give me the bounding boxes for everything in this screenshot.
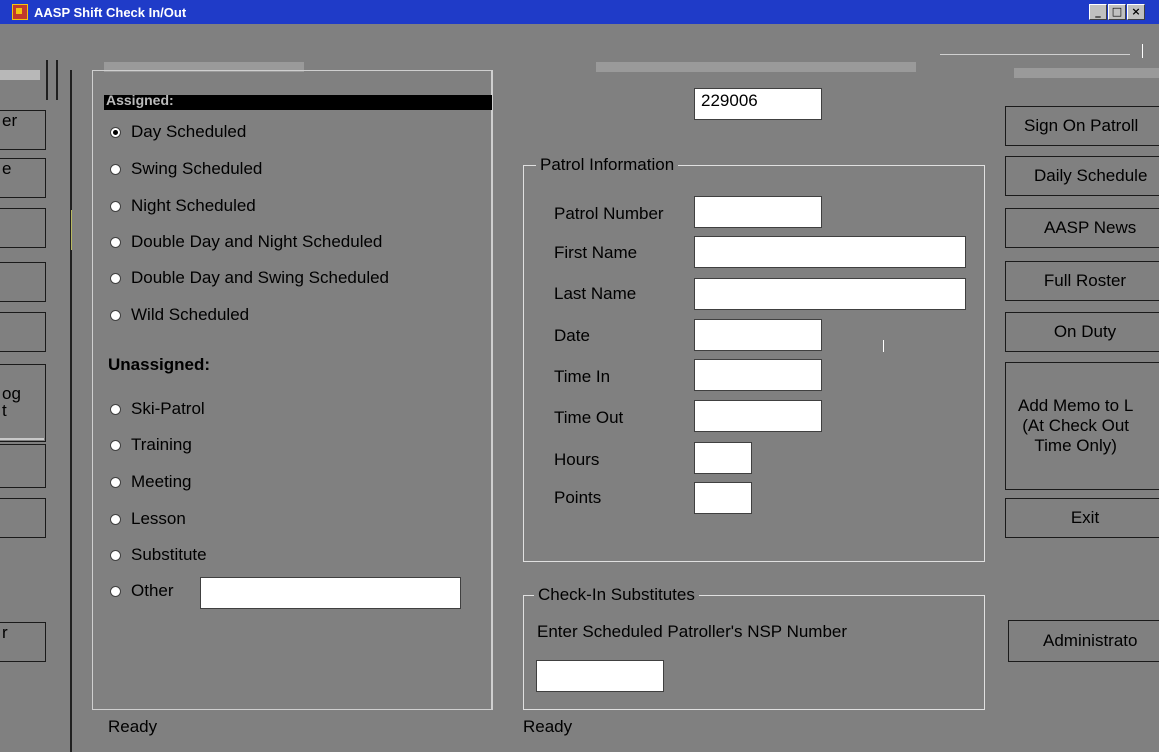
date-label: Date	[554, 326, 590, 345]
points-input[interactable]	[694, 482, 752, 514]
divider	[0, 438, 44, 440]
radio-lesson[interactable]: Lesson	[110, 509, 186, 529]
radio-day-scheduled[interactable]: Day Scheduled	[110, 122, 246, 142]
divider	[940, 54, 1130, 55]
app-icon	[12, 4, 28, 20]
radio-swing-scheduled[interactable]: Swing Scheduled	[110, 159, 262, 179]
radio-ski-patrol[interactable]: Ski-Patrol	[110, 399, 205, 419]
other-input[interactable]	[200, 577, 461, 609]
left-button-9[interactable]: r	[0, 622, 46, 662]
left-button-8[interactable]	[0, 498, 46, 538]
patrol-number-input[interactable]	[694, 196, 822, 228]
left-button-7[interactable]	[0, 444, 46, 488]
radio-dot	[110, 476, 121, 488]
first-name-label: First Name	[554, 243, 638, 262]
radio-night-scheduled[interactable]: Night Scheduled	[110, 196, 256, 216]
divider	[70, 70, 72, 752]
app-window: AASP Shift Check In/Out _ □ × er e og t …	[0, 0, 1159, 752]
title-bar[interactable]: AASP Shift Check In/Out _ □ ×	[0, 0, 1159, 24]
hours-input[interactable]	[694, 442, 752, 474]
radio-dot	[110, 309, 121, 321]
left-button-6[interactable]: og t	[0, 364, 46, 442]
daily-schedule-button[interactable]: Daily Schedule	[1005, 156, 1159, 196]
hours-label: Hours	[554, 450, 600, 469]
left-button-3[interactable]	[0, 208, 46, 248]
left-button-5[interactable]	[0, 312, 46, 352]
radio-dot	[110, 200, 121, 212]
divider	[883, 340, 884, 352]
nsp-number-input[interactable]: 229006	[694, 88, 822, 120]
radio-substitute[interactable]: Substitute	[110, 545, 207, 565]
maximize-button[interactable]: □	[1108, 4, 1126, 20]
divider	[56, 60, 58, 100]
window-title: AASP Shift Check In/Out	[34, 4, 187, 20]
minimize-button[interactable]: _	[1089, 4, 1107, 20]
date-input[interactable]	[694, 319, 822, 351]
last-name-input[interactable]	[694, 278, 966, 310]
check-in-substitutes-title: Check-In Substitutes	[534, 585, 699, 605]
administrator-button[interactable]: Administrato	[1008, 620, 1159, 662]
sign-on-patroller-button[interactable]: Sign On Patroll	[1005, 106, 1159, 146]
radio-double-day-night[interactable]: Double Day and Night Scheduled	[110, 232, 382, 252]
exit-button[interactable]: Exit	[1005, 498, 1159, 538]
close-button[interactable]: ×	[1127, 4, 1145, 20]
substitutes-prompt: Enter Scheduled Patroller's NSP Number	[537, 622, 848, 641]
radio-dot	[110, 163, 121, 175]
radio-dot	[110, 236, 121, 248]
header-strip	[0, 24, 1159, 64]
add-memo-button[interactable]: Add Memo to L (At Check Out Time Only)	[1005, 362, 1159, 490]
radio-double-day-swing[interactable]: Double Day and Swing Scheduled	[110, 268, 389, 288]
status-right: Ready	[523, 717, 573, 736]
status-left: Ready	[108, 717, 158, 736]
radio-other[interactable]: Other	[110, 581, 174, 601]
full-roster-button[interactable]: Full Roster	[1005, 261, 1159, 301]
assigned-heading: Assigned:	[106, 92, 174, 108]
left-button-4[interactable]	[0, 262, 46, 302]
time-out-input[interactable]	[694, 400, 822, 432]
time-in-label: Time In	[554, 367, 611, 386]
garbled-header-middle	[596, 62, 916, 72]
divider	[71, 210, 72, 250]
divider	[46, 60, 48, 100]
last-name-label: Last Name	[554, 284, 637, 303]
radio-dot	[110, 585, 121, 597]
left-button-2[interactable]: e	[0, 158, 46, 198]
garbled-header-right	[1014, 68, 1159, 78]
time-out-label: Time Out	[554, 408, 624, 427]
time-in-input[interactable]	[694, 359, 822, 391]
radio-dot	[110, 272, 121, 284]
patrol-information-title: Patrol Information	[536, 155, 679, 175]
radio-dot	[110, 403, 121, 415]
radio-dot	[110, 513, 121, 525]
radio-meeting[interactable]: Meeting	[110, 472, 191, 492]
radio-dot	[110, 439, 121, 451]
on-duty-button[interactable]: On Duty	[1005, 312, 1159, 352]
garbled-tab	[0, 70, 40, 80]
unassigned-heading: Unassigned:	[108, 355, 211, 374]
radio-dot	[110, 549, 121, 561]
left-button-1[interactable]: er	[0, 110, 46, 150]
aasp-news-button[interactable]: AASP News	[1005, 208, 1159, 248]
radio-wild-scheduled[interactable]: Wild Scheduled	[110, 305, 249, 325]
substitute-nsp-input[interactable]	[536, 660, 664, 692]
points-label: Points	[554, 488, 602, 507]
patrol-number-label: Patrol Number	[554, 204, 664, 223]
divider	[492, 70, 493, 710]
first-name-input[interactable]	[694, 236, 966, 268]
divider	[1142, 44, 1143, 58]
radio-training[interactable]: Training	[110, 435, 192, 455]
radio-dot	[110, 126, 121, 138]
check-in-substitutes-group: Check-In Substitutes	[523, 585, 985, 710]
